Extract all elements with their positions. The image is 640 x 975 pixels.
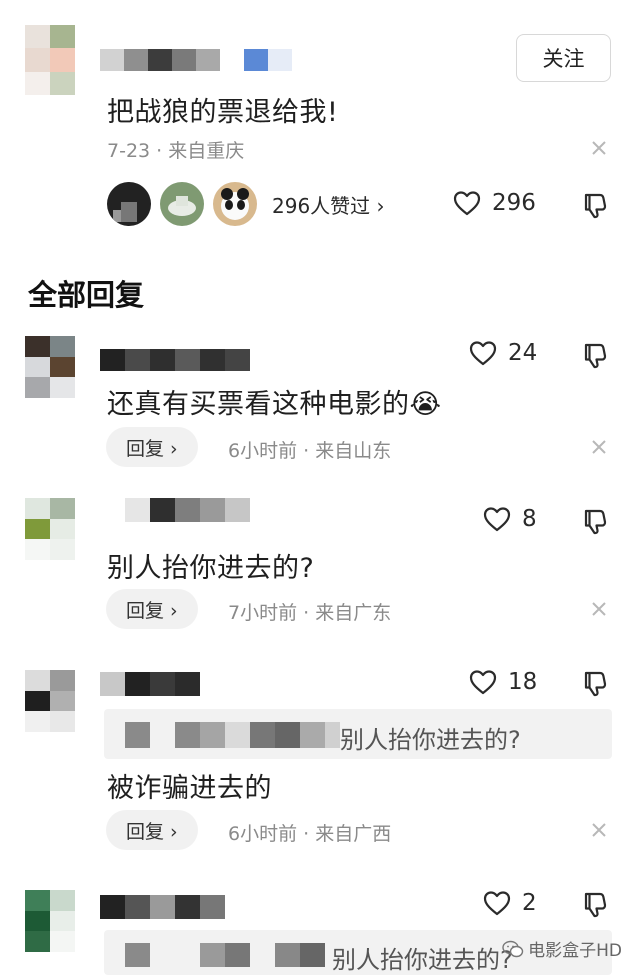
close-icon[interactable] — [590, 821, 608, 839]
heart-outline-icon — [453, 191, 481, 216]
avatar-reply-4[interactable] — [25, 890, 75, 952]
avatar-reply-3[interactable] — [25, 670, 75, 732]
like-button[interactable]: 24 — [468, 336, 537, 370]
like-button[interactable]: 2 — [482, 886, 537, 920]
quoted-text: 别人抬你进去的? — [332, 946, 513, 974]
reply-meta: 6小时前 · 来自山东 — [228, 440, 392, 462]
crying-emoji-icon: 😭 — [409, 389, 442, 420]
username-pixelated[interactable] — [100, 895, 225, 919]
comment-meta: 7-23 · 来自重庆 — [107, 140, 245, 162]
thumbs-down-icon[interactable] — [580, 889, 610, 919]
like-count: 2 — [522, 890, 537, 916]
username-pixelated[interactable] — [100, 49, 292, 71]
comment-text: 把战狼的票退给我! — [107, 97, 339, 128]
close-icon[interactable] — [590, 438, 608, 456]
username-pixelated[interactable] — [100, 349, 250, 371]
like-button[interactable]: 18 — [468, 665, 537, 699]
thumbs-down-icon[interactable] — [580, 190, 610, 220]
reply-meta: 7小时前 · 来自广东 — [228, 602, 392, 624]
close-icon[interactable] — [590, 600, 608, 618]
avatar-top[interactable] — [25, 25, 75, 95]
follow-button[interactable]: 关注 — [516, 34, 611, 82]
reply-text: 还真有买票看这种电影的😭 — [107, 382, 442, 421]
reply-text: 被诈骗进去的 — [107, 773, 272, 804]
reply-button[interactable]: 回复 › — [106, 589, 198, 629]
close-icon[interactable] — [590, 139, 608, 157]
heart-outline-icon — [469, 670, 497, 695]
like-button[interactable]: 8 — [482, 502, 537, 536]
watermark-text: 电影盒子HD — [528, 941, 622, 961]
liker-avatar[interactable] — [160, 182, 204, 226]
heart-outline-icon — [469, 341, 497, 366]
username-pixelated[interactable] — [125, 498, 250, 522]
username-pixelated[interactable] — [100, 672, 200, 696]
reply-text-content: 还真有买票看这种电影的 — [107, 389, 410, 420]
heart-outline-icon — [483, 891, 511, 916]
quoted-username-pixelated — [125, 943, 325, 967]
avatar-reply-2[interactable] — [25, 498, 75, 560]
reply-text: 别人抬你进去的? — [107, 553, 315, 584]
wechat-icon — [502, 940, 524, 957]
avatar-reply-1[interactable] — [25, 336, 75, 398]
reply-button[interactable]: 回复 › — [106, 810, 198, 850]
heart-outline-icon — [483, 507, 511, 532]
thumbs-down-icon[interactable] — [580, 506, 610, 536]
thumbs-down-icon[interactable] — [580, 668, 610, 698]
like-button[interactable]: 296 — [452, 186, 536, 220]
watermark: 电影盒子HD — [502, 936, 622, 961]
quoted-username-pixelated — [125, 722, 340, 748]
likers-link[interactable]: 296人赞过 › — [272, 190, 385, 219]
quoted-text: 别人抬你进去的? — [340, 726, 521, 754]
like-count: 8 — [522, 506, 537, 532]
reply-button[interactable]: 回复 › — [106, 427, 198, 467]
like-count: 18 — [508, 669, 538, 695]
like-count: 296 — [492, 190, 536, 216]
section-title: 全部回复 — [28, 278, 145, 312]
liker-avatar[interactable] — [213, 182, 257, 226]
thumbs-down-icon[interactable] — [580, 340, 610, 370]
reply-meta: 6小时前 · 来自广西 — [228, 823, 392, 845]
like-count: 24 — [508, 340, 538, 366]
liker-avatar[interactable] — [107, 182, 151, 226]
